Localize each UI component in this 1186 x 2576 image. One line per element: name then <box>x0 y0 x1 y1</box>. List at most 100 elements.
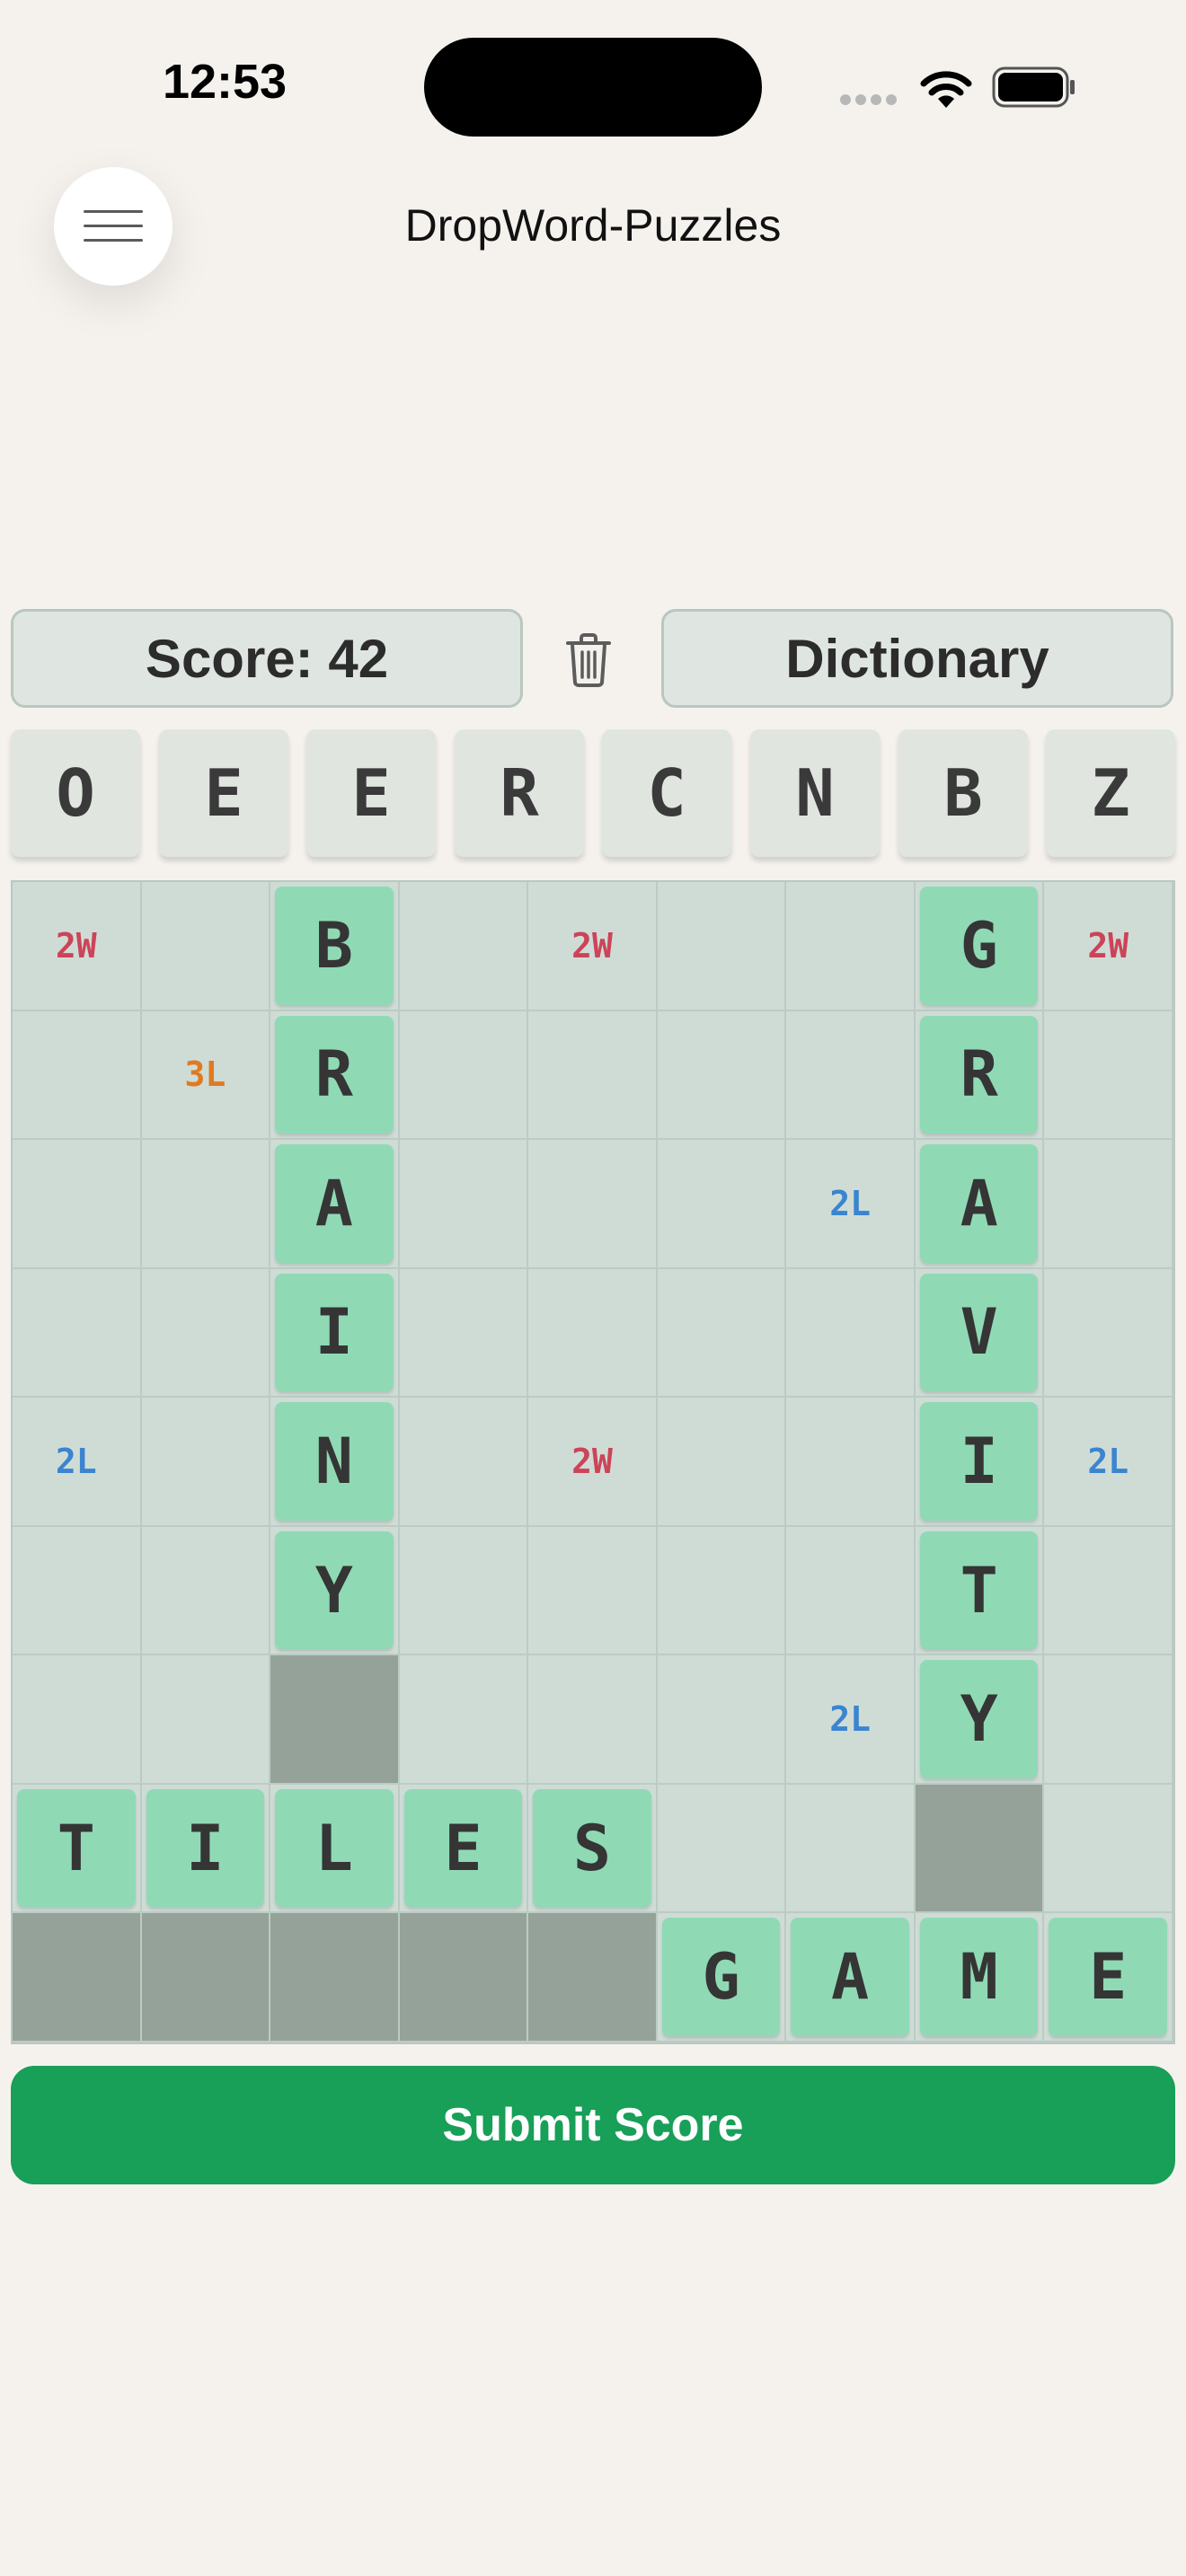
board-cell[interactable]: R <box>270 1010 400 1141</box>
board-cell[interactable] <box>1044 1140 1173 1269</box>
board-tile[interactable]: G <box>919 887 1039 1005</box>
board-cell[interactable] <box>399 1268 529 1398</box>
board-cell[interactable] <box>13 1268 142 1398</box>
board-tile[interactable]: L <box>275 1788 394 1908</box>
board-cell[interactable] <box>1044 1526 1173 1656</box>
board-cell[interactable]: R <box>915 1010 1045 1141</box>
board-cell[interactable] <box>13 1140 142 1269</box>
board-cell[interactable] <box>399 1526 529 1656</box>
board-tile[interactable]: V <box>919 1273 1039 1392</box>
rack-tile[interactable]: Z <box>1046 729 1175 857</box>
board-cell[interactable]: I <box>270 1268 400 1398</box>
rack-tile[interactable]: N <box>750 729 880 857</box>
clear-button[interactable] <box>557 629 620 692</box>
board-cell[interactable] <box>13 1655 142 1785</box>
board-tile[interactable]: I <box>919 1402 1039 1521</box>
board-cell[interactable]: N <box>270 1398 400 1527</box>
rack-tile[interactable]: R <box>455 729 584 857</box>
board-tile[interactable]: E <box>403 1788 523 1908</box>
board-tile[interactable]: I <box>146 1788 265 1908</box>
board-cell[interactable] <box>141 1526 271 1656</box>
board-tile[interactable]: A <box>275 1144 394 1263</box>
board-tile[interactable]: B <box>275 887 394 1005</box>
board-cell[interactable]: I <box>141 1784 271 1914</box>
board-tile[interactable]: E <box>1049 1918 1167 2036</box>
board-cell[interactable]: T <box>13 1784 142 1914</box>
board-cell[interactable] <box>141 1655 271 1785</box>
board-cell[interactable] <box>786 1268 916 1398</box>
board-cell[interactable] <box>399 1140 529 1269</box>
board-cell[interactable] <box>1044 1784 1173 1914</box>
board-cell[interactable]: L <box>270 1784 400 1914</box>
board-cell[interactable]: E <box>399 1784 529 1914</box>
board-cell[interactable] <box>786 1010 916 1141</box>
board-cell[interactable] <box>1044 1655 1173 1785</box>
board-cell[interactable] <box>786 882 916 1011</box>
board-cell[interactable]: Y <box>915 1655 1045 1785</box>
board-cell[interactable]: T <box>915 1526 1045 1656</box>
board-cell[interactable] <box>657 1655 787 1785</box>
board-cell[interactable] <box>786 1398 916 1527</box>
board-cell[interactable]: G <box>915 882 1045 1011</box>
board-cell[interactable] <box>528 1140 658 1269</box>
board-tile[interactable]: N <box>275 1402 394 1521</box>
board-cell[interactable] <box>528 1655 658 1785</box>
board-tile[interactable]: G <box>661 1918 781 2036</box>
rack-tile[interactable]: E <box>306 729 436 857</box>
board-tile[interactable]: R <box>919 1015 1039 1134</box>
board-cell[interactable] <box>657 1398 787 1527</box>
submit-score-button[interactable]: Submit Score <box>11 2066 1175 2184</box>
board-cell[interactable]: 2W <box>528 1398 658 1527</box>
board-cell[interactable] <box>657 1010 787 1141</box>
board-cell[interactable]: 3L <box>141 1010 271 1141</box>
board-tile[interactable]: M <box>919 1918 1039 2036</box>
board-tile[interactable]: R <box>275 1015 394 1134</box>
dictionary-button[interactable]: Dictionary <box>661 609 1173 708</box>
board-cell[interactable]: V <box>915 1268 1045 1398</box>
board-tile[interactable]: I <box>275 1273 394 1392</box>
board-cell[interactable] <box>786 1526 916 1656</box>
board-cell[interactable]: G <box>657 1913 787 2042</box>
board-cell[interactable] <box>528 1268 658 1398</box>
board-cell[interactable] <box>399 1398 529 1527</box>
board-cell[interactable]: 2W <box>528 882 658 1011</box>
rack-tile[interactable]: O <box>11 729 140 857</box>
board-cell[interactable]: M <box>915 1913 1045 2042</box>
rack-tile[interactable]: B <box>898 729 1028 857</box>
board-cell[interactable]: 2W <box>1044 882 1173 1011</box>
board-cell[interactable]: A <box>915 1140 1045 1269</box>
board-cell[interactable] <box>141 1268 271 1398</box>
board-cell[interactable]: 2L <box>1044 1398 1173 1527</box>
board-cell[interactable] <box>786 1784 916 1914</box>
board-tile[interactable]: Y <box>919 1660 1039 1778</box>
board-tile[interactable]: S <box>533 1788 651 1908</box>
board-cell[interactable] <box>141 882 271 1011</box>
board-cell[interactable] <box>657 1526 787 1656</box>
board-cell[interactable] <box>141 1398 271 1527</box>
board-cell[interactable]: 2L <box>786 1655 916 1785</box>
board-cell[interactable]: E <box>1044 1913 1173 2042</box>
board-cell[interactable] <box>1044 1268 1173 1398</box>
board-cell[interactable]: 2L <box>13 1398 142 1527</box>
board-tile[interactable]: T <box>17 1788 136 1908</box>
board-cell[interactable] <box>657 1268 787 1398</box>
board-cell[interactable] <box>399 1655 529 1785</box>
board-cell[interactable] <box>399 882 529 1011</box>
board-cell[interactable] <box>657 1140 787 1269</box>
rack-tile[interactable]: C <box>602 729 731 857</box>
board-cell[interactable] <box>399 1010 529 1141</box>
board-tile[interactable]: A <box>791 1918 909 2036</box>
board-tile[interactable]: A <box>919 1144 1039 1263</box>
board-cell[interactable]: S <box>528 1784 658 1914</box>
board-cell[interactable]: B <box>270 882 400 1011</box>
board-cell[interactable] <box>528 1526 658 1656</box>
rack-tile[interactable]: E <box>159 729 288 857</box>
board-cell[interactable]: Y <box>270 1526 400 1656</box>
board-cell[interactable] <box>141 1140 271 1269</box>
board-cell[interactable] <box>13 1526 142 1656</box>
board-tile[interactable]: Y <box>275 1531 394 1650</box>
board-cell[interactable] <box>528 1010 658 1141</box>
board-cell[interactable] <box>13 1010 142 1141</box>
board-cell[interactable] <box>657 882 787 1011</box>
board-cell[interactable]: I <box>915 1398 1045 1527</box>
